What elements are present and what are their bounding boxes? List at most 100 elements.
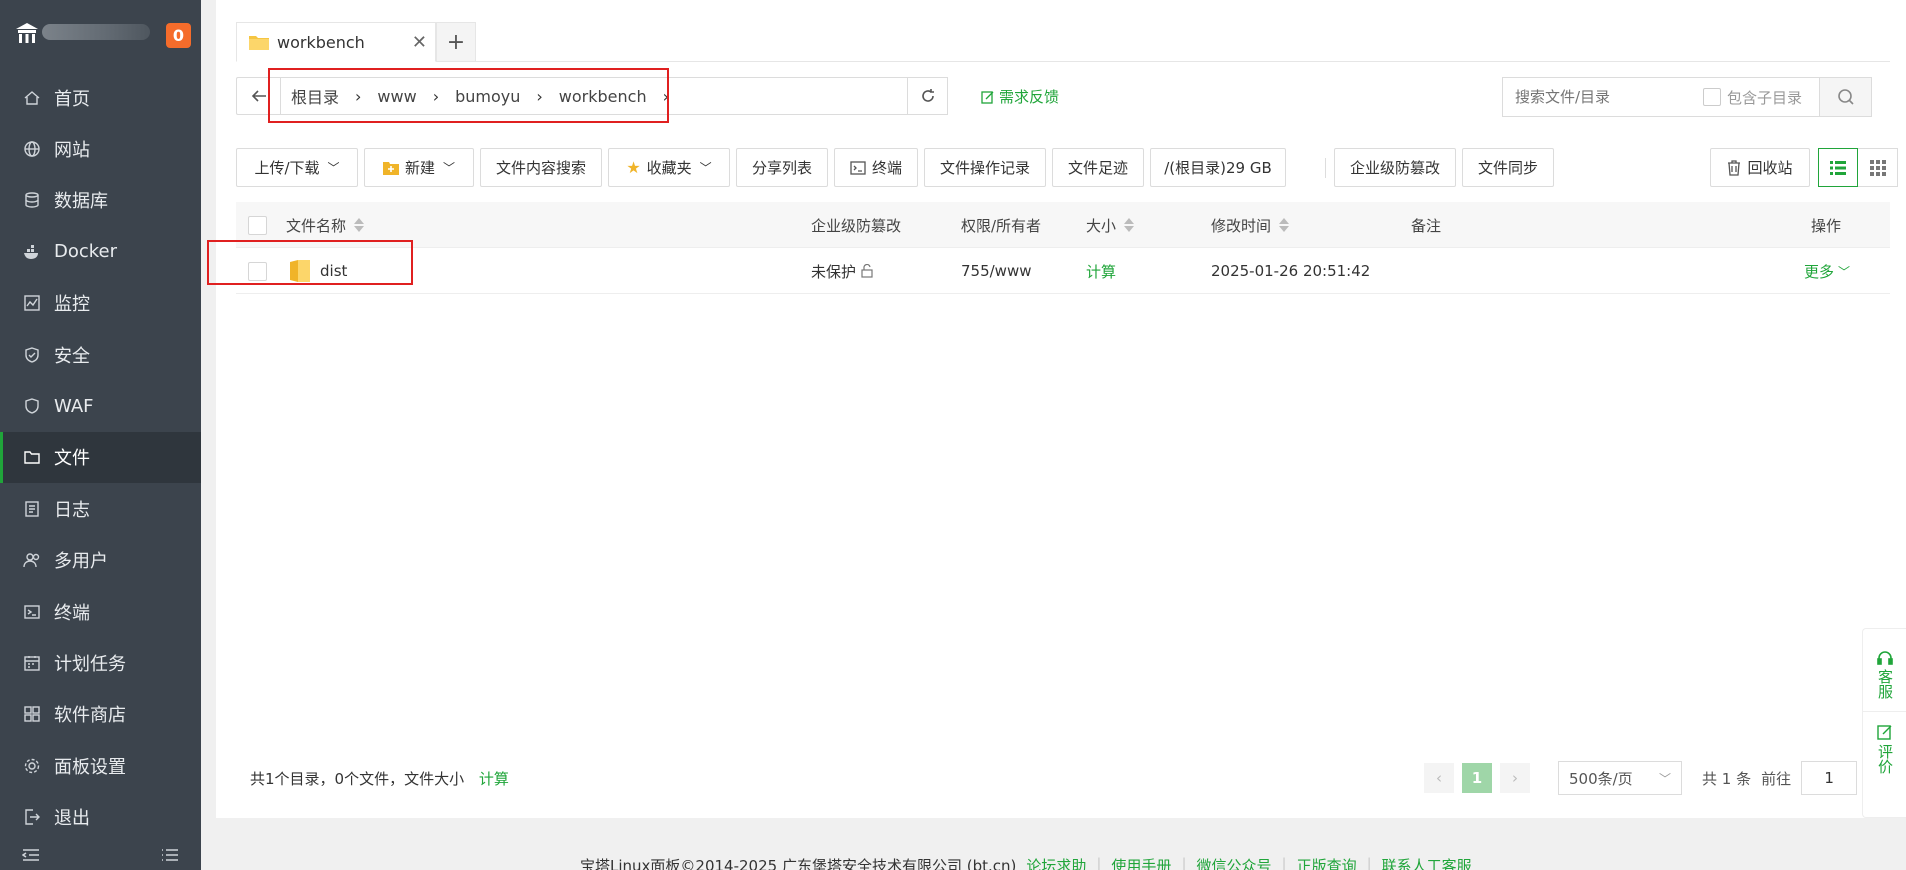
gear-icon: [22, 756, 42, 776]
customer-service-button[interactable]: 客服: [1863, 629, 1906, 699]
sidebar-item-users[interactable]: 多用户: [0, 535, 201, 586]
page-size-select[interactable]: 500条/页 ﹀: [1558, 761, 1682, 795]
recycle-bin-button[interactable]: 回收站: [1710, 148, 1810, 187]
add-tab-button[interactable]: +: [436, 22, 476, 62]
sidebar-item-website[interactable]: 网站: [0, 123, 201, 174]
footer-link-license[interactable]: 正版查询: [1297, 855, 1357, 870]
footer-link-forum[interactable]: 论坛求助: [1026, 855, 1086, 870]
header-mtime[interactable]: 修改时间: [1211, 202, 1290, 248]
terminal-button[interactable]: 终端: [834, 148, 918, 187]
current-page[interactable]: 1: [1462, 763, 1492, 793]
refresh-button[interactable]: [908, 77, 948, 115]
list-view-button[interactable]: [1818, 148, 1858, 187]
header-size[interactable]: 大小: [1086, 202, 1135, 248]
chevron-down-icon: ﹀: [1838, 264, 1851, 279]
next-page-button[interactable]: ›: [1500, 763, 1530, 793]
button-label: /(根目录)29 GB: [1164, 159, 1272, 177]
table-header: 文件名称 企业级防篡改 权限/所有者 大小 修改时间 备注 操作: [236, 202, 1890, 248]
folder-icon: [22, 447, 42, 467]
button-label: 企业级防篡改: [1349, 159, 1440, 177]
button-label: 文件内容搜索: [495, 159, 586, 177]
disk-usage-button[interactable]: /(根目录)29 GB: [1150, 148, 1286, 187]
grid-view-icon: [1869, 159, 1886, 176]
summary-text: 共1个目录，0个文件，文件大小: [250, 770, 465, 788]
sidebar-item-label: WAF: [54, 395, 94, 417]
row-more-button[interactable]: 更多 ﹀: [1804, 248, 1850, 294]
notification-badge[interactable]: 0: [166, 23, 191, 48]
close-icon[interactable]: ✕: [412, 32, 427, 53]
header-label: 文件名称: [286, 216, 347, 235]
sidebar-item-label: 首页: [54, 88, 90, 110]
page-footer: 宝塔Linux面板©2014-2025 广东堡塔安全技术有限公司 (bt.cn)…: [216, 855, 1906, 870]
sidebar-item-waf[interactable]: WAF: [0, 380, 201, 431]
sidebar-item-monitor[interactable]: 监控: [0, 278, 201, 329]
sidebar-item-security[interactable]: 安全: [0, 329, 201, 380]
sidebar-bottom: [0, 844, 201, 870]
file-footprint-button[interactable]: 文件足迹: [1052, 148, 1144, 187]
menu-list-icon[interactable]: [161, 848, 179, 866]
feedback-link[interactable]: 需求反馈: [981, 86, 1059, 107]
sidebar-item-label: 退出: [54, 808, 90, 830]
database-icon: [22, 190, 42, 210]
content-search-button[interactable]: 文件内容搜索: [480, 148, 602, 187]
search-input[interactable]: [1503, 79, 1703, 115]
terminal-icon: [850, 160, 866, 175]
grid-view-button[interactable]: [1858, 148, 1898, 187]
sidebar-item-store[interactable]: 软件商店: [0, 689, 201, 740]
sidebar-item-label: 数据库: [54, 191, 108, 213]
button-label: 收藏夹: [646, 159, 692, 177]
search-button[interactable]: [1819, 78, 1871, 116]
tab-workbench[interactable]: workbench ✕: [236, 22, 436, 62]
sidebar-item-settings[interactable]: 面板设置: [0, 740, 201, 791]
new-button[interactable]: 新建 ﹀: [364, 148, 474, 187]
footer-separator: |: [1366, 855, 1372, 870]
sidebar-item-label: 终端: [54, 602, 90, 624]
footer-link-manual[interactable]: 使用手册: [1111, 855, 1171, 870]
footer-link-support[interactable]: 联系人工客服: [1382, 855, 1472, 870]
button-label: 文件操作记录: [939, 159, 1030, 177]
sidebar-item-terminal[interactable]: 终端: [0, 586, 201, 637]
footer-link-wechat[interactable]: 微信公众号: [1197, 855, 1272, 870]
goto-page-input[interactable]: 1: [1801, 761, 1858, 795]
shield-icon: [22, 345, 42, 365]
sidebar-item-files[interactable]: 文件: [0, 431, 201, 484]
header-perm: 权限/所有者: [961, 216, 1042, 235]
folder-icon: [249, 36, 269, 50]
prev-page-button[interactable]: ‹: [1424, 763, 1454, 793]
total-count: 共 1 条: [1702, 769, 1752, 788]
button-label: 回收站: [1747, 159, 1793, 177]
search-icon: [1837, 89, 1854, 105]
table-row[interactable]: dist 未保护 755/www 计算 2025-01-26 20:51:42 …: [236, 248, 1890, 294]
apps-icon: [22, 704, 42, 724]
sidebar-item-label: 日志: [54, 499, 90, 521]
sidebar-item-docker[interactable]: Docker: [0, 226, 201, 277]
include-subdir-checkbox[interactable]: 包含子目录: [1703, 87, 1802, 108]
calc-size-link[interactable]: 计算: [479, 770, 509, 788]
anti-tamper-button[interactable]: 企业级防篡改: [1334, 148, 1456, 187]
upload-download-button[interactable]: 上传/下载 ﹀: [236, 148, 358, 187]
collapse-sidebar-icon[interactable]: [21, 848, 40, 866]
list-view-icon: [1830, 160, 1846, 175]
sidebar-item-database[interactable]: 数据库: [0, 175, 201, 226]
protect-status: 未保护: [811, 262, 857, 281]
monitor-icon: [22, 293, 42, 313]
select-all-checkbox[interactable]: [248, 215, 267, 235]
pagination: ‹ 1 › 500条/页 ﹀ 共 1 条 前往 1 页: [1424, 761, 1882, 795]
sort-icon: [1124, 218, 1135, 232]
review-button[interactable]: 评价: [1863, 711, 1906, 774]
sidebar-item-home[interactable]: 首页: [0, 72, 201, 123]
row-protect-cell[interactable]: 未保护: [811, 248, 874, 294]
checkbox[interactable]: [1703, 88, 1721, 106]
row-size-calc-link[interactable]: 计算: [1086, 248, 1116, 294]
row-perm-cell[interactable]: 755/www: [961, 248, 1032, 294]
sidebar-item-cron[interactable]: 计划任务: [0, 637, 201, 688]
favorites-button[interactable]: ★ 收藏夹 ﹀: [608, 148, 730, 187]
sidebar-item-logs[interactable]: 日志: [0, 483, 201, 534]
service-label: 客服: [1876, 669, 1894, 699]
file-sync-button[interactable]: 文件同步: [1462, 148, 1554, 187]
share-list-button[interactable]: 分享列表: [736, 148, 828, 187]
unlock-icon[interactable]: [860, 264, 874, 278]
file-op-log-button[interactable]: 文件操作记录: [924, 148, 1046, 187]
sidebar-item-logout[interactable]: 退出: [0, 791, 201, 842]
footer-separator: |: [1181, 855, 1187, 870]
